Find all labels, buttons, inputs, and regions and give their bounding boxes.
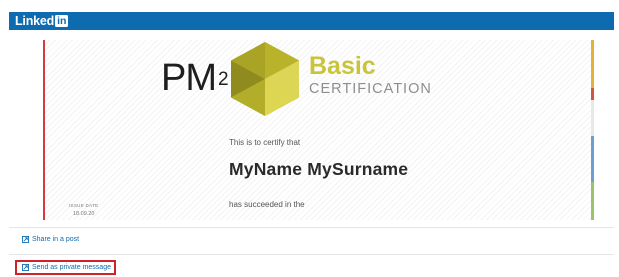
share-icon xyxy=(22,236,29,243)
certify-text: This is to certify that xyxy=(229,138,301,147)
divider xyxy=(9,227,614,228)
pm2-hexagon-logo-icon xyxy=(231,42,299,116)
succeeded-text: has succeeded in the xyxy=(229,200,305,209)
issue-date-label: ISSUE DATE xyxy=(69,203,99,208)
share-in-post-label: Share in a post xyxy=(32,236,80,243)
certificate-side-strip xyxy=(591,40,594,220)
recipient-name: MyName MySurname xyxy=(229,159,409,179)
send-private-message-link[interactable]: Send as private message xyxy=(22,264,111,271)
linkedin-logo[interactable]: Linked in xyxy=(15,14,69,28)
linkedin-header: Linked in xyxy=(9,12,614,30)
send-private-message-label: Send as private message xyxy=(32,264,111,271)
program-superscript: 2 xyxy=(218,69,229,90)
certification-level: Basic xyxy=(309,52,376,80)
program-name: PM xyxy=(161,57,217,99)
divider xyxy=(9,254,614,255)
message-icon xyxy=(22,264,29,271)
certificate-preview[interactable]: PM 2 Basic CERTIFICATION This is to certi… xyxy=(43,40,594,220)
issue-date-value: 18.09.20 xyxy=(73,211,95,217)
logo-badge: in xyxy=(55,15,69,27)
certification-type: CERTIFICATION xyxy=(309,81,432,97)
logo-text: Linked xyxy=(15,14,55,28)
share-in-post-link[interactable]: Share in a post xyxy=(22,236,79,243)
program-logo-text: PM 2 xyxy=(161,57,229,99)
